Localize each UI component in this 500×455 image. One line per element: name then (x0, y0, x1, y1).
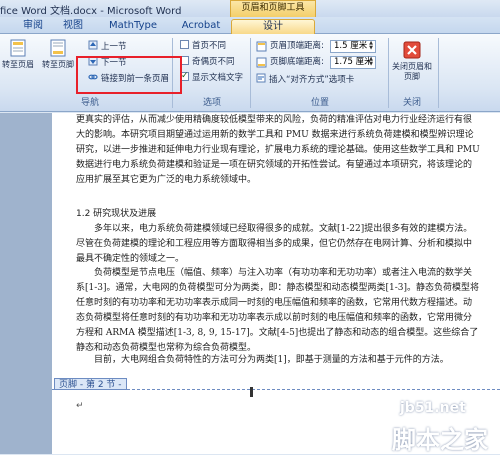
different-first-page-label: 首页不同 (192, 41, 227, 51)
close-header-footer-button[interactable]: 关闭页眉和页脚 (392, 40, 432, 82)
goto-footer-label: 转至页脚 (42, 60, 74, 69)
options-group-label: 选项 (202, 98, 221, 108)
show-document-text-checkbox[interactable]: 显示文档文字 (180, 70, 244, 84)
goto-footer-button[interactable]: 转至页脚 (40, 38, 76, 70)
header-from-top-value: 1.5 厘米 (334, 41, 368, 51)
insert-alignment-tab-button[interactable]: 插入“对齐方式”选项卡 (256, 73, 354, 85)
prev-section-button[interactable]: 上一节 (88, 40, 127, 52)
goto-footer-icon (50, 39, 66, 57)
watermark-site: jb51.net (400, 400, 466, 416)
nav-group-label: 导航 (80, 98, 99, 108)
tab-review[interactable]: 审阅 (18, 19, 48, 34)
ribbon-separator (388, 38, 389, 108)
highlight-annotation (76, 56, 182, 94)
text-cursor (250, 387, 253, 397)
paragraph-mark-icon: ↵ (76, 401, 84, 411)
paragraph-2: 多年以来，电力系统负荷建模领域已经取得很多的成就。文献[1-22]提出很多有效的… (76, 224, 473, 264)
header-position-icon (256, 41, 267, 52)
prev-section-icon (88, 40, 98, 50)
goto-header-icon (10, 39, 26, 57)
different-odd-even-label: 奇偶页不同 (192, 57, 235, 67)
header-from-top-label: 页眉顶端距离: (270, 41, 324, 51)
close-header-footer-label: 关闭页眉和页脚 (392, 62, 432, 81)
tab-acrobat[interactable]: Acrobat (176, 19, 226, 34)
window-title: fice Word 文档.docx - Microsoft Word (0, 6, 182, 17)
spin-arrows-icon[interactable]: ▲ ▼ (367, 57, 375, 68)
watermark-logo-text: 脚本之家 (392, 426, 488, 454)
tab-design[interactable]: 设计 (231, 19, 315, 34)
footer-section-label: 页脚 - 第 2 节 - (54, 378, 127, 390)
title-bar: fice Word 文档.docx - Microsoft Word 页眉和页脚… (0, 0, 500, 17)
close-group-label: 关闭 (402, 98, 421, 108)
different-odd-even-checkbox[interactable]: 奇偶页不同 (180, 56, 235, 68)
tab-view[interactable]: 视图 (58, 19, 88, 34)
show-document-text-label: 显示文档文字 (192, 73, 244, 83)
alignment-tab-icon (256, 73, 266, 83)
goto-header-label: 转至页眉 (2, 60, 34, 69)
ribbon: 转至页眉 转至页脚 上一节 下一节 链接到前一条页眉 导航 首页不同 奇偶页不同… (0, 34, 500, 112)
footer-from-bottom-input[interactable]: 1.75 厘米 ▲ ▼ (330, 56, 376, 69)
footer-from-bottom-spinner[interactable]: 页脚底端距离: 1.75 厘米 ▲ ▼ (256, 56, 382, 69)
checkbox-box (180, 40, 189, 49)
ribbon-separator (250, 38, 251, 108)
close-x-icon (403, 41, 421, 59)
tab-mathtype[interactable]: MathType (98, 19, 168, 34)
ribbon-separator (438, 38, 439, 108)
goto-header-button[interactable]: 转至页眉 (0, 38, 36, 70)
footer-position-icon (256, 57, 267, 68)
section-heading: 1.2 研究现状及进展 (76, 209, 157, 219)
spin-arrows-icon[interactable]: ▲ ▼ (367, 41, 375, 52)
ribbon-tabs: 审阅 视图 MathType Acrobat 设计 (0, 17, 500, 34)
insert-alignment-tab-label: 插入“对齐方式”选项卡 (269, 75, 355, 85)
header-footer-tools-label: 页眉和页脚工具 (230, 0, 316, 17)
paragraph-4: 目前，大电网组合负荷特性的方法可分为两类[1]，即基于测量的方法和基于元件的方法… (94, 355, 449, 365)
paragraph-1: 更真实的评估，从而减少使用精确度较低模型带来的风险，负荷的精准评估对电力行业经济… (76, 115, 480, 185)
header-from-top-input[interactable]: 1.5 厘米 ▲ ▼ (330, 40, 376, 53)
paragraph-3: 负荷模型是节点电压（幅值、频率）与注入功率（有功功率和无功功率）或者注入电流的数… (76, 268, 480, 353)
different-first-page-checkbox[interactable]: 首页不同 (180, 40, 226, 52)
prev-section-label: 上一节 (101, 42, 127, 52)
footer-from-bottom-label: 页脚底端距离: (270, 57, 324, 67)
header-from-top-spinner[interactable]: 页眉顶端距离: 1.5 厘米 ▲ ▼ (256, 40, 382, 53)
position-group-label: 位置 (310, 98, 329, 108)
